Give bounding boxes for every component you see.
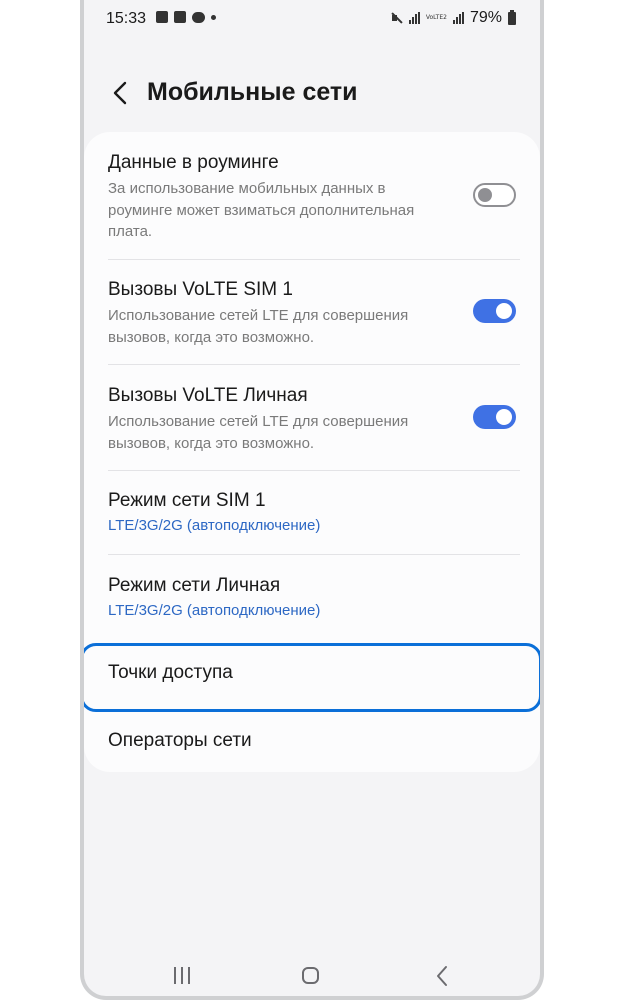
setting-volte-personal[interactable]: Вызовы VoLTE Личная Использование сетей … <box>108 385 520 454</box>
toggle-knob <box>478 188 492 202</box>
chevron-left-icon[interactable] <box>108 80 134 106</box>
setting-title: Вызовы VoLTE Личная <box>108 385 308 406</box>
divider <box>108 259 520 260</box>
setting-description: Использование сетей LTE для совершения в… <box>108 411 448 454</box>
divider <box>108 364 520 365</box>
battery-percent: 79% <box>469 9 502 26</box>
desc-line: роуминге может взиматься дополнительная <box>108 201 415 219</box>
setting-volte-sim1[interactable]: Вызовы VoLTE SIM 1 Использование сетей L… <box>108 279 520 348</box>
toggle-knob <box>496 303 512 319</box>
header: Мобильные сети <box>84 70 540 118</box>
settings-card: Данные в роуминге За использование мобил… <box>84 132 540 772</box>
mute-icon <box>391 12 403 24</box>
home-icon[interactable] <box>302 967 319 984</box>
setting-description: За использование мобильных данных в роум… <box>108 178 448 243</box>
recent-apps-icon[interactable] <box>173 967 191 985</box>
status-bar: 15:33 VoLTE2 79% <box>84 0 540 36</box>
toggle-knob <box>496 409 512 425</box>
setting-roaming[interactable]: Данные в роуминге За использование мобил… <box>108 152 520 243</box>
gallery-icon <box>156 11 168 23</box>
notification-icons <box>156 11 216 23</box>
setting-title: Вызовы VoLTE SIM 1 <box>108 279 293 300</box>
desc-line: вызовов, когда это возможно. <box>108 328 315 346</box>
setting-title: Операторы сети <box>108 730 252 751</box>
signal-icon <box>408 12 420 24</box>
battery-icon <box>508 9 516 25</box>
chat-icon <box>192 11 205 23</box>
volte-icon: VoLTE2 <box>425 14 447 21</box>
desc-line: плата. <box>108 223 153 240</box>
setting-network-mode-personal[interactable]: Режим сети Личная LTE/3G/2G (автоподключ… <box>108 575 520 619</box>
setting-description: Использование сетей LTE для совершения в… <box>108 305 448 348</box>
setting-title: Данные в роуминге <box>108 152 279 173</box>
status-time: 15:33 <box>106 10 147 27</box>
setting-network-operators[interactable]: Операторы сети <box>108 730 520 752</box>
dot-icon <box>211 14 216 20</box>
roaming-toggle[interactable] <box>473 183 516 207</box>
setting-value: LTE/3G/2G (автоподключение) <box>108 602 321 619</box>
setting-value: LTE/3G/2G (автоподключение) <box>108 517 321 534</box>
desc-line: За использование мобильных данных в <box>108 180 386 197</box>
divider <box>108 470 520 471</box>
signal-icon <box>452 12 464 24</box>
divider <box>108 554 520 555</box>
desc-line: Использование сетей LTE для совершения <box>108 307 409 324</box>
setting-title: Режим сети SIM 1 <box>108 490 266 511</box>
system-icons: VoLTE2 79% <box>391 9 516 27</box>
checklist-icon <box>174 11 186 23</box>
desc-line: Использование сетей LTE для совершения <box>108 413 409 430</box>
volte-personal-toggle[interactable] <box>473 405 516 429</box>
setting-access-points[interactable]: Точки доступа <box>108 662 520 684</box>
back-icon[interactable] <box>434 965 450 987</box>
setting-title: Режим сети Личная <box>108 575 281 596</box>
setting-network-mode-sim1[interactable]: Режим сети SIM 1 LTE/3G/2G (автоподключе… <box>108 490 520 534</box>
volte-sim1-toggle[interactable] <box>473 299 516 323</box>
screen: 15:33 VoLTE2 79% Мобильные сети Данные в… <box>84 0 540 996</box>
desc-line: вызовов, когда это возможно. <box>108 434 315 452</box>
navigation-bar <box>84 952 540 996</box>
setting-title: Точки доступа <box>108 662 233 683</box>
page-title: Мобильные сети <box>147 78 358 106</box>
